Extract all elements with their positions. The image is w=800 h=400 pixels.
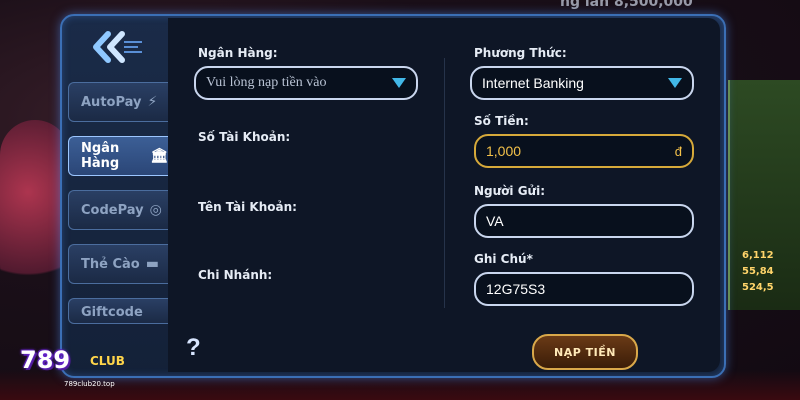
- sidebar-item-label: Thẻ Cào: [81, 256, 140, 272]
- account-name-label: Tên Tài Khoản:: [198, 200, 297, 214]
- amount-label: Số Tiền:: [474, 114, 529, 128]
- column-divider: [444, 58, 445, 308]
- deposit-form: Ngân Hàng: Vui lòng nạp tiền vào Số Tài …: [168, 18, 720, 372]
- sidebar-item-label: AutoPay: [81, 94, 142, 110]
- deposit-submit-button[interactable]: NẠP TIỀN: [532, 334, 638, 370]
- double-chevron-left-icon: [93, 31, 142, 63]
- logo-url: 789club20.top: [64, 380, 115, 388]
- brand-logo: 789 CLUB 789club20.top: [20, 340, 140, 392]
- card-icon: ▬: [145, 256, 159, 272]
- logo-number: 789: [20, 346, 71, 374]
- game-card-value: 6,112: [742, 250, 774, 261]
- coin-icon: ◎: [149, 202, 162, 218]
- method-label: Phương Thức:: [474, 46, 567, 60]
- note-input[interactable]: 12G75S3: [474, 272, 694, 306]
- deposit-modal: AutoPay ⚡ Ngân Hàng 🏛 CodePay ◎ Thẻ Cào …: [60, 14, 726, 378]
- sidebar-item-codepay[interactable]: CodePay ◎: [68, 190, 168, 230]
- help-button[interactable]: ?: [186, 334, 201, 362]
- bank-label: Ngân Hàng:: [198, 46, 278, 60]
- currency-symbol: đ: [674, 143, 682, 159]
- sender-label: Người Gửi:: [474, 184, 546, 198]
- sidebar-item-bank[interactable]: Ngân Hàng 🏛: [68, 136, 168, 176]
- bolt-icon: ⚡: [147, 94, 158, 110]
- payment-sidebar: AutoPay ⚡ Ngân Hàng 🏛 CodePay ◎ Thẻ Cào …: [62, 16, 168, 376]
- amount-input[interactable]: 1,000 đ: [474, 134, 694, 168]
- chevron-down-icon: [392, 78, 406, 88]
- bank-select-placeholder: Vui lòng nạp tiền vào: [206, 75, 327, 90]
- amount-value: 1,000: [486, 143, 522, 159]
- note-value: 12G75S3: [486, 281, 546, 297]
- back-button[interactable]: [88, 30, 144, 64]
- background-banner-text: ng lần 8,500,000: [560, 0, 693, 10]
- sender-value: VA: [486, 213, 504, 229]
- game-card-value: 524,5: [742, 282, 774, 293]
- logo-club: CLUB: [90, 354, 125, 368]
- branch-label: Chi Nhánh:: [198, 268, 273, 282]
- sidebar-item-label: Ngân Hàng: [81, 141, 120, 171]
- sidebar-item-label: Giftcode: [81, 305, 143, 320]
- method-select[interactable]: Internet Banking: [470, 66, 694, 100]
- game-card-value: 55,84: [742, 266, 774, 277]
- bank-icon: 🏛: [150, 148, 168, 164]
- sidebar-item-giftcode[interactable]: Giftcode: [68, 298, 168, 324]
- note-label: Ghi Chú*: [474, 252, 533, 266]
- sidebar-item-label: CodePay: [81, 202, 144, 218]
- background-game-card: 6,112 55,84 524,5: [728, 80, 800, 310]
- sidebar-item-scratch-card[interactable]: Thẻ Cào ▬: [68, 244, 168, 284]
- account-number-label: Số Tài Khoản:: [198, 130, 291, 144]
- bank-select[interactable]: Vui lòng nạp tiền vào: [194, 66, 418, 100]
- sidebar-item-autopay[interactable]: AutoPay ⚡: [68, 82, 168, 122]
- method-select-value: Internet Banking: [482, 75, 584, 91]
- chevron-down-icon: [668, 78, 682, 88]
- sender-input[interactable]: VA: [474, 204, 694, 238]
